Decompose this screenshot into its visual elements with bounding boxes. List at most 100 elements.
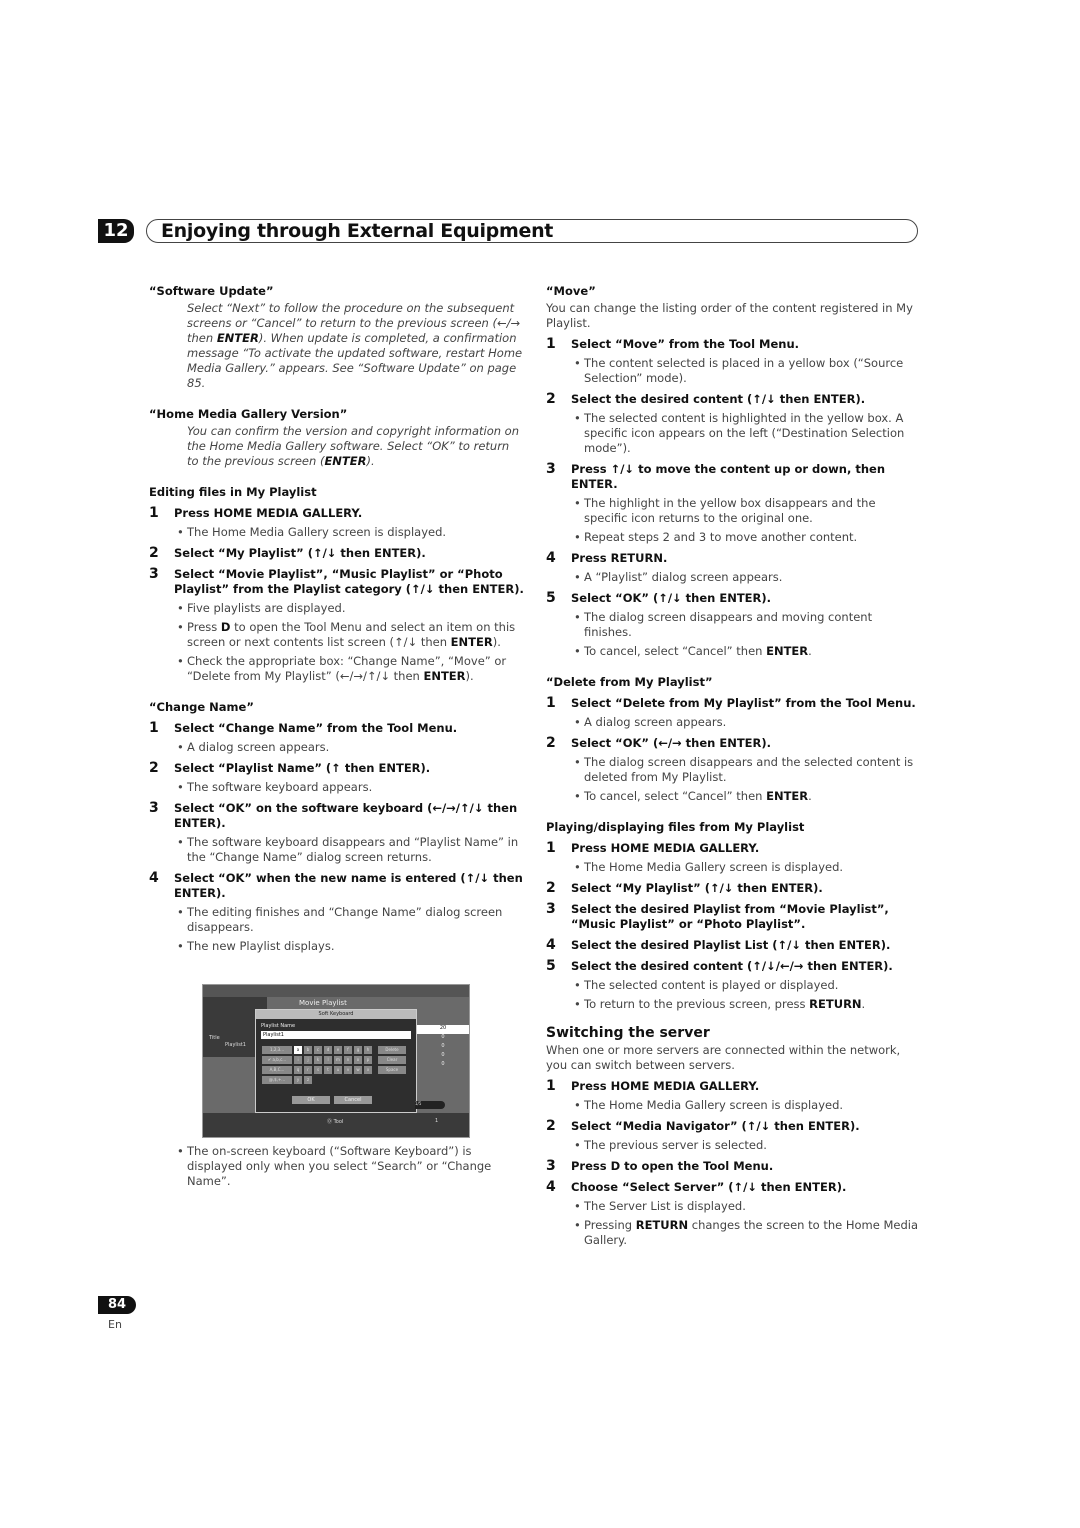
step: 2 Select “OK” (←/→ then ENTER). [546,736,918,751]
ok-button: OK [292,1096,330,1104]
keyboard-key: b [304,1046,312,1054]
step-number: 3 [546,901,556,917]
step-number: 2 [149,545,159,561]
step: 4 Select “OK” when the new name is entere… [149,871,524,901]
editing-steps: 1 Press HOME MEDIA GALLERY. • The Home Medi… [149,506,524,684]
keyboard-key: w [354,1066,362,1074]
screenshot-title: Movie Playlist [299,999,347,1007]
bullet-item: • The Server List is displayed. [574,1199,746,1213]
step-number: 2 [546,1118,556,1134]
chapter-number: 12 [98,219,134,243]
keyboard-key: s [314,1066,322,1074]
step-number: 1 [149,720,159,736]
step: 1 Press HOME MEDIA GALLERY. [546,1079,918,1094]
keyboard-mode-key: 1,2,3... [262,1046,292,1054]
count-value: 0 [441,1061,445,1067]
keyboard-key: a [294,1046,302,1054]
switching-heading: Switching the server [546,1025,710,1041]
bullet-item: • A “Playlist” dialog screen appears. [574,570,783,584]
keyboard-key: x [364,1066,372,1074]
change-name-heading: “Change Name” [149,700,254,714]
step-text: Choose “Select Server” (↑/↓ then ENTER). [571,1180,847,1194]
step-number: 3 [546,1158,556,1174]
step-text: Select “OK” when the new name is entered… [174,871,523,900]
step: 3 Press ↑/↓ to move the content up or dow… [546,462,918,492]
step: 3 Select the desired Playlist from “Movie… [546,902,918,932]
delete-steps: 1 Select “Delete from My Playlist” from t… [546,696,918,804]
switching-steps: 1 Press HOME MEDIA GALLERY. • The Home Medi… [546,1079,918,1248]
step-text: Press D to open the Tool Menu. [571,1159,774,1173]
screenshot-tool-hint: Ⓓ Tool [327,1119,344,1125]
step: 2 Select “Media Navigator” (↑/↓ then ENTE… [546,1119,918,1134]
step-text: Select “My Playlist” (↑/↓ then ENTER). [174,546,426,560]
step-text: Select the desired Playlist List (↑/↓ th… [571,938,891,952]
keyboard-key: z [304,1076,312,1084]
chapter-title: Enjoying through External Equipment [146,219,918,243]
step: 3 Press D to open the Tool Menu. [546,1159,918,1174]
keyboard-key: h [364,1046,372,1054]
step: 5 Select the desired content (↑/↓/←/→ the… [546,959,918,974]
bullet-item: • The dialog screen disappears and the se… [574,755,914,784]
soft-keyboard-screenshot: Title Playlist1 Movie Playlist Soft Keyb… [202,984,470,1138]
switching-intro: When one or more servers are connected w… [546,1043,901,1072]
bullet-item: • The selected content is played or displ… [574,978,839,992]
bullet-item: • The highlight in the yellow box disappe… [574,496,876,525]
screenshot-page-indicator: 1/5 [415,1101,445,1109]
step-number: 2 [546,880,556,896]
step: 1 Press HOME MEDIA GALLERY. [546,841,918,856]
count-value: 0 [441,1052,445,1058]
bullet-item: • The dialog screen disappears and moving… [574,610,873,639]
step: 1 Press HOME MEDIA GALLERY. [149,506,524,521]
bullet-item: • Check the appropriate box: “Change Name… [177,654,507,683]
step: 1 Select “Move” from the Tool Menu. [546,337,918,352]
keyboard-key: v [344,1066,352,1074]
step-text: Select “Movie Playlist”, “Music Playlist… [174,567,524,596]
count-value: 0 [441,1043,445,1049]
step-number: 3 [149,800,159,816]
step: 1 Select “Delete from My Playlist” from t… [546,696,918,711]
keyboard-key: i [294,1056,302,1064]
keyboard-key: f [344,1046,352,1054]
step-text: Press HOME MEDIA GALLERY. [571,841,760,855]
bullet-item: • A dialog screen appears. [574,715,727,729]
keyboard-key: c [314,1046,322,1054]
bullet-item: • Pressing RETURN changes the screen to t… [574,1218,919,1247]
bullet-item: • To return to the previous screen, press… [574,997,866,1011]
keyboard-key: r [304,1066,312,1074]
keyboard-key: y [294,1076,302,1084]
bullet-item: • A dialog screen appears. [177,740,330,754]
step-number: 5 [546,958,556,974]
bullet-item: • The new Playlist displays. [177,939,335,953]
bullet-item: • To cancel, select “Cancel” then ENTER. [574,644,812,658]
keyboard-key: k [314,1056,322,1064]
keyboard-key: l [324,1056,332,1064]
step: 4 Select the desired Playlist List (↑/↓ t… [546,938,918,953]
step-number: 4 [546,1179,556,1195]
step: 2 Select “My Playlist” (↑/↓ then ENTER). [546,881,918,896]
step-text: Press HOME MEDIA GALLERY. [571,1079,760,1093]
playlist-name-field: Playlist1 [261,1031,411,1039]
step-number: 4 [149,870,159,886]
bullet-item: • The software keyboard disappears and “P… [177,835,519,864]
bullet-item: • The Home Media Gallery screen is displa… [574,860,844,874]
keyboard-note: • The on-screen keyboard (“Software Keybo… [177,1144,492,1188]
step-text: Select “Change Name” from the Tool Menu. [174,721,458,735]
version-body: You can confirm the version and copyrigh… [187,424,520,468]
keyboard-key: n [344,1056,352,1064]
count-value: 0 [441,1034,445,1040]
step: 3 Select “Movie Playlist”, “Music Playlis… [149,567,524,597]
bullet-item: • The content selected is placed in a yel… [574,356,904,385]
keyboard-action-key: Clear [378,1056,406,1064]
bullet-item: • The Home Media Gallery screen is displa… [574,1098,844,1112]
step: 2 Select “My Playlist” (↑/↓ then ENTER). [149,546,524,561]
step-text: Select “Move” from the Tool Menu. [571,337,800,351]
step: 2 Select “Playlist Name” (↑ then ENTER). [149,761,524,776]
step: 3 Select “OK” on the software keyboard (←… [149,801,524,831]
keyboard-mode-key: ✔ a,b,c... [262,1056,292,1064]
move-heading: “Move” [546,284,596,298]
bullet-item: • The selected content is highlighted in … [574,411,905,455]
step-text: Press HOME MEDIA GALLERY. [174,506,363,520]
keyboard-mode-key: @,$,+... [262,1076,292,1084]
step-text: Press ↑/↓ to move the content up or down… [571,462,886,491]
step-number: 5 [546,590,556,606]
